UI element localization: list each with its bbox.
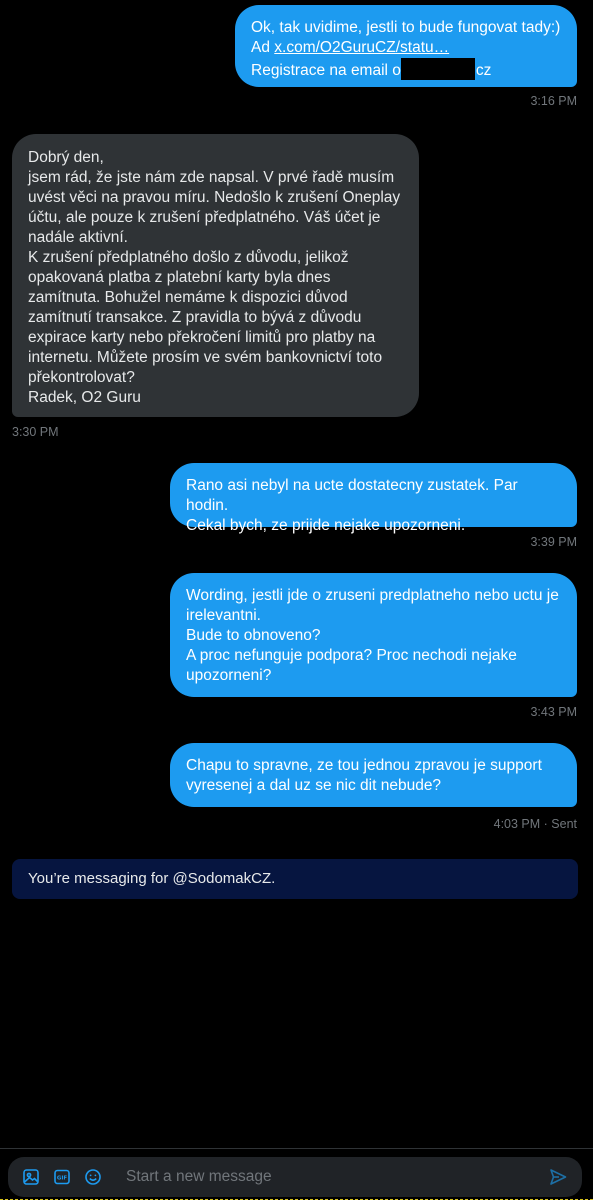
message-bubble-outgoing[interactable]: Rano asi nebyl na ucte dostatecny zustat…: [170, 463, 577, 534]
media-icon[interactable]: [22, 1168, 40, 1186]
message-link[interactable]: x.com/O2GuruCZ/statu…: [274, 39, 449, 56]
dm-conversation: Ok, tak uvidime, jestli to bude fungovat…: [0, 0, 593, 1200]
send-icon[interactable]: [548, 1167, 568, 1187]
message-bubble-outgoing[interactable]: Wording, jestli jde o zruseni predplatne…: [170, 573, 577, 697]
message-timestamp: 3:43 PM: [530, 705, 577, 719]
messaging-for-notice: You’re messaging for @SodomakCZ.: [12, 859, 578, 899]
message-timestamp: 3:39 PM: [530, 535, 577, 549]
gif-icon[interactable]: GIF: [53, 1168, 71, 1186]
message-timestamp: 3:16 PM: [530, 94, 577, 108]
message-bubble-outgoing[interactable]: Ok, tak uvidime, jestli to bude fungovat…: [235, 5, 577, 87]
message-input[interactable]: [126, 1168, 548, 1186]
redaction-box: [400, 58, 475, 80]
message-timestamp: 3:30 PM: [12, 425, 59, 439]
message-link-line: Ad x.com/O2GuruCZ/statu…: [251, 39, 450, 56]
message-composer: GIF: [8, 1157, 582, 1197]
composer-divider: [0, 1148, 593, 1149]
message-text: Ok, tak uvidime, jestli to bude fungovat…: [251, 19, 561, 36]
message-bubble-outgoing[interactable]: Chapu to spravne, ze tou jednou zpravou …: [170, 743, 577, 807]
emoji-icon[interactable]: [84, 1168, 102, 1186]
message-timestamp-status: 4:03 PM · Sent: [493, 817, 577, 831]
message-bubble-incoming[interactable]: Dobrý den, jsem rád, že jste nám zde nap…: [12, 134, 419, 417]
svg-text:GIF: GIF: [57, 1176, 68, 1182]
message-email-line: Registrace na email o cz: [251, 58, 561, 81]
